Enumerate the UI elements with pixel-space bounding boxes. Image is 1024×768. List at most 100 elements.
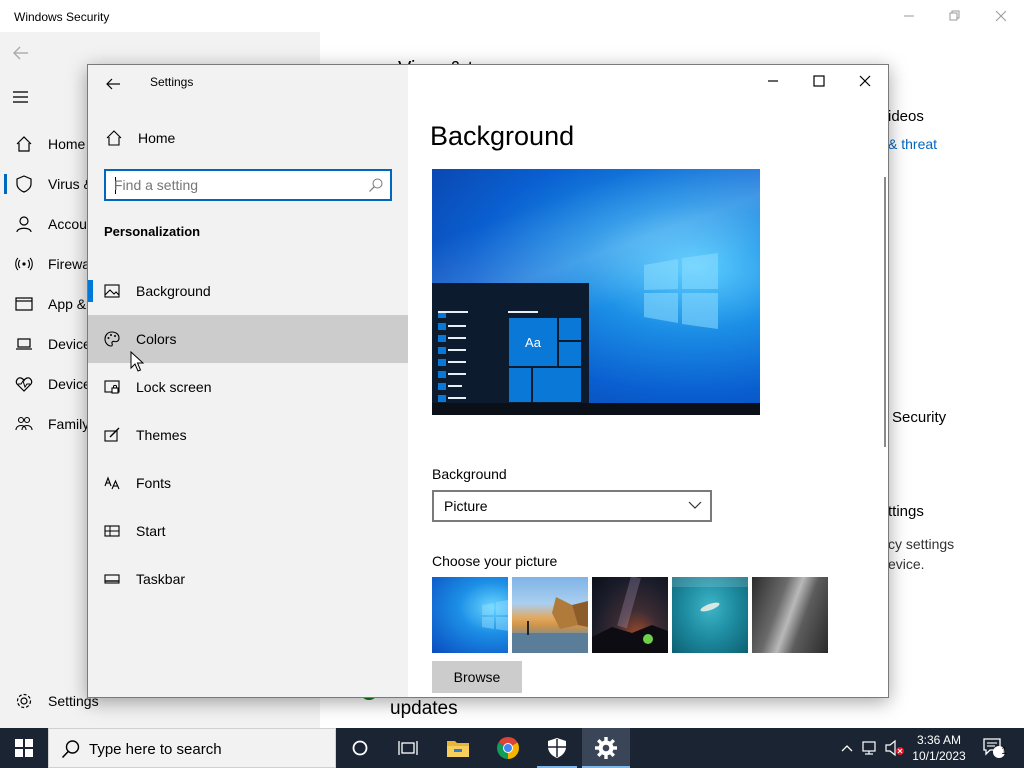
show-hidden-icons-button[interactable] [838,728,856,768]
shield-icon [16,175,32,193]
dropdown-value: Picture [444,498,488,514]
windows-security-button[interactable] [533,728,581,768]
ws-titlebar: Windows Security [0,0,1024,32]
preview-start-menu: Aa [432,283,589,415]
background-type-dropdown[interactable]: Picture [432,490,712,522]
close-icon [995,10,1007,22]
settings-home-label: Home [138,130,176,146]
settings-sidebar: Settings Home Personalization Background… [88,65,408,697]
settings-back-button[interactable] [102,73,124,95]
settings-title: Settings [150,75,194,89]
cortana-button[interactable] [336,728,384,768]
ws-nav-label: App & [48,296,87,312]
windows-logo-icon [15,739,33,757]
ws-text-privacy-1: cy settings [888,536,955,552]
settings-window: Settings Home Personalization Background… [87,64,889,698]
nav-item-label: Taskbar [136,571,186,587]
home-icon [106,130,122,146]
settings-search-input[interactable] [114,176,359,194]
person-icon [16,216,32,233]
taskbar-search-box[interactable]: Type here to search [48,728,336,768]
file-explorer-button[interactable] [434,728,482,768]
picture-thumbnail[interactable] [432,577,508,653]
ws-nav-label: Home [48,136,86,152]
volume-button[interactable] [884,728,906,768]
back-arrow-icon [106,78,120,90]
search-icon [61,740,80,759]
nav-item-label: Start [136,523,166,539]
preview-taskbar [432,403,760,415]
nav-item-label: Background [136,283,211,299]
chevron-up-icon [841,745,853,752]
picture-thumbnail[interactable] [592,577,668,653]
settings-close-button[interactable] [842,65,888,97]
cortana-icon [352,740,368,756]
image-icon [104,284,120,298]
start-button[interactable] [0,728,48,768]
antenna-icon [15,257,33,271]
chevron-down-icon [688,501,702,509]
picture-thumbnail[interactable] [512,577,588,653]
windows-security-icon [548,738,566,758]
task-view-icon [398,741,418,755]
ws-text-privacy-2: evice. [888,556,925,572]
notification-count-badge: 1 [1001,746,1007,757]
ws-nav-label: Family [48,416,90,432]
nav-item-label: Themes [136,427,187,443]
ws-minimize-button[interactable] [886,0,932,32]
ws-close-button[interactable] [978,0,1024,32]
chrome-icon [497,737,519,759]
mouse-cursor-icon [130,351,144,372]
system-clock[interactable]: 3:36 AM 10/1/2023 [906,732,972,764]
laptop-icon [16,338,32,350]
settings-gear-icon [595,737,617,759]
app-browser-icon [15,297,33,311]
ws-hamburger-button[interactable] [10,86,32,108]
nav-item-label: Fonts [136,475,172,491]
ws-nav-label: Device [48,376,91,392]
settings-minimize-button[interactable] [750,65,796,97]
clock-time: 3:36 AM [916,733,962,747]
close-icon [859,75,871,87]
picture-thumbnail[interactable] [752,577,828,653]
minimize-icon [904,15,914,17]
search-icon [369,178,383,192]
nav-item-themes[interactable]: Themes [88,411,408,459]
ws-text-updates: updates [390,698,458,719]
back-arrow-icon [13,46,28,60]
ws-text-settings: ttings [888,503,924,520]
file-explorer-icon [447,741,469,757]
gear-icon [16,693,32,709]
nav-item-background[interactable]: Background [88,267,408,315]
settings-search-box[interactable] [104,169,392,201]
nav-item-taskbar[interactable]: Taskbar [88,555,408,603]
page-title: Background [430,121,575,151]
palette-icon [104,331,120,347]
taskbar-search-placeholder: Type here to search [89,741,222,758]
nav-item-fonts[interactable]: Fonts [88,459,408,507]
nav-item-start[interactable]: Start [88,507,408,555]
settings-home-link[interactable]: Home [88,123,408,153]
network-button[interactable] [860,728,882,768]
clock-date: 10/1/2023 [912,749,966,763]
ws-link-threat[interactable]: & threat [888,136,937,152]
preview-tile: Aa [508,317,558,367]
ws-nav-label: Device [48,336,91,352]
chrome-button[interactable] [484,728,532,768]
nav-item-label: Lock screen [136,379,212,395]
hamburger-icon [13,91,28,103]
family-icon [15,416,33,431]
ws-back-button[interactable] [10,42,32,64]
settings-maximize-button[interactable] [796,65,842,97]
ws-nav-label: Firewa [48,256,91,272]
task-view-button[interactable] [384,728,432,768]
heart-icon [15,377,33,392]
ws-restore-button[interactable] [932,0,978,32]
lock-screen-icon [104,380,120,394]
action-center-button[interactable]: 1 [978,728,1010,768]
picture-thumbnail[interactable] [672,577,748,653]
settings-taskbar-button[interactable] [582,728,630,768]
browse-button[interactable]: Browse [432,661,522,693]
content-scrollbar[interactable] [884,177,886,447]
volume-muted-icon [885,739,904,757]
